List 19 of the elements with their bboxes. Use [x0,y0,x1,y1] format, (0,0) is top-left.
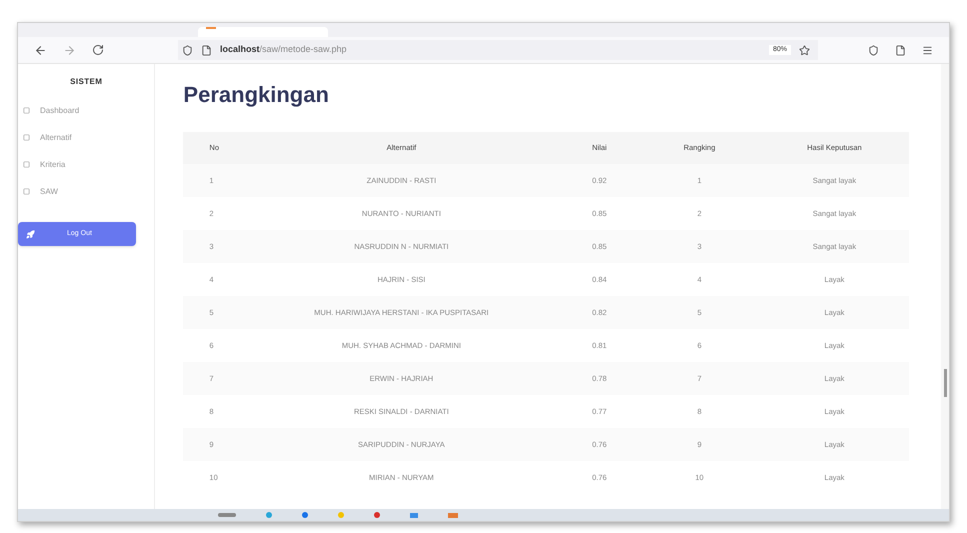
reload-icon[interactable] [92,44,104,56]
star-icon[interactable] [799,44,810,56]
sidebar-item[interactable]: Dashboard [23,104,154,117]
url-text: localhost/saw/metode-saw.php [220,43,347,56]
sidebar-item[interactable]: Kriteria [23,158,154,171]
square-icon [23,107,30,114]
square-icon [23,161,30,168]
back-icon[interactable] [34,44,47,56]
sidebar-item[interactable]: SAW [23,185,154,198]
sidebar-title: SISTEM [69,76,104,88]
page-icon [201,44,212,56]
square-icon [23,188,30,195]
square-icon [23,134,30,141]
menu-icon[interactable] [922,44,933,56]
rocket-icon [26,230,35,238]
address-bar[interactable]: localhost/saw/metode-saw.php [178,40,638,60]
sidebar-item[interactable]: Alternatif [23,131,154,144]
shield-icon [182,44,193,56]
page-title: Perangkingan [183,81,330,108]
